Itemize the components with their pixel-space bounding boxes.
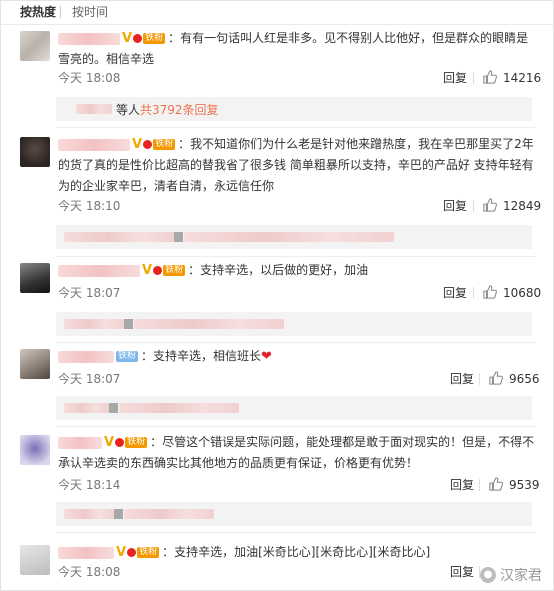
- action-divider: [473, 72, 474, 84]
- reply-button[interactable]: 回复: [450, 372, 474, 386]
- blurred-sub-reply: [119, 403, 239, 413]
- fan-badge: 铁粉: [137, 547, 160, 558]
- blurred-username[interactable]: [58, 546, 114, 559]
- like-count: 12849: [503, 199, 542, 213]
- blurred-sub-reply: [64, 232, 174, 242]
- like-count: 10680: [503, 286, 542, 300]
- blurred-username[interactable]: [58, 264, 140, 277]
- reply-button[interactable]: 回复: [450, 565, 474, 579]
- watermark: ● 汉家君: [480, 565, 542, 585]
- thumb-up-icon[interactable]: [483, 198, 497, 212]
- sub-reply-prefix: 等人: [116, 103, 141, 117]
- divider: [56, 256, 536, 257]
- avatar[interactable]: [20, 545, 50, 575]
- v-badge-icon: V: [104, 435, 115, 450]
- sub-reply-box: [56, 396, 532, 420]
- blurred-sub-reply: [64, 403, 109, 413]
- comment-time: 今天 18:08: [58, 565, 121, 579]
- fan-icon: [153, 266, 163, 275]
- blurred-username[interactable]: [58, 436, 102, 449]
- v-badge-icon: V: [132, 137, 143, 152]
- action-divider: [479, 373, 480, 385]
- tab-by-hot[interactable]: 按热度: [20, 5, 56, 19]
- avatar[interactable]: [20, 137, 50, 167]
- fan-badge: 铁粉: [116, 351, 139, 362]
- sort-tabs: 按热度 按时间: [0, 0, 554, 25]
- tab-by-time[interactable]: 按时间: [72, 5, 108, 19]
- reply-button[interactable]: 回复: [443, 286, 467, 300]
- divider: [56, 426, 536, 427]
- reply-button[interactable]: 回复: [450, 478, 474, 492]
- thumb-up-icon[interactable]: [483, 285, 497, 299]
- view-all-replies-link[interactable]: 共3792条回复: [140, 103, 219, 117]
- divider: [56, 342, 536, 343]
- blurred-username[interactable]: [58, 138, 130, 151]
- divider: [56, 127, 536, 128]
- thumb-up-icon[interactable]: [483, 70, 497, 84]
- sub-reply-box: [56, 225, 532, 249]
- v-badge-icon: V: [116, 545, 127, 560]
- reply-button[interactable]: 回复: [443, 71, 467, 85]
- blurred-sub-reply: [124, 509, 214, 519]
- fan-badge: 铁粉: [125, 437, 148, 448]
- avatar[interactable]: [20, 435, 50, 465]
- blurred-sub-reply: [134, 319, 284, 329]
- comment-time: 今天 18:14: [58, 478, 121, 492]
- heart-icon: ❤: [261, 349, 272, 364]
- like-count: 14216: [503, 71, 542, 85]
- blurred-usernames: [76, 104, 112, 114]
- fan-badge: 铁粉: [163, 265, 186, 276]
- blurred-sub-reply: [64, 319, 124, 329]
- fan-badge: 铁粉: [143, 33, 166, 44]
- fan-icon: [133, 34, 143, 43]
- tab-divider: [60, 6, 61, 18]
- comment-text: ：支持辛选，以后做的更好，加油: [188, 263, 369, 277]
- blurred-username[interactable]: [58, 32, 120, 45]
- fan-icon: [115, 438, 125, 447]
- watermark-text: 汉家君: [500, 568, 542, 584]
- comment-time: 今天 18:07: [58, 286, 121, 300]
- fan-badge: 铁粉: [153, 139, 176, 150]
- comment-text: ：支持辛选，相信班长: [141, 349, 262, 363]
- comment-time: 今天 18:08: [58, 71, 121, 85]
- wechat-icon: ●: [480, 567, 496, 583]
- like-count: 9539: [509, 478, 540, 492]
- action-divider: [473, 287, 474, 299]
- action-divider: [473, 200, 474, 212]
- action-divider: [479, 479, 480, 491]
- reply-button[interactable]: 回复: [443, 199, 467, 213]
- avatar[interactable]: [20, 31, 50, 61]
- sub-reply-box: 等人共3792条回复: [56, 97, 532, 121]
- blurred-username[interactable]: [58, 350, 114, 363]
- avatar[interactable]: [20, 349, 50, 379]
- comment-text: ：支持辛选，加油[米奇比心][米奇比心][米奇比心]: [162, 545, 431, 559]
- comment-time: 今天 18:07: [58, 372, 121, 386]
- sub-reply-box: [56, 502, 532, 526]
- blurred-sub-reply: [64, 509, 114, 519]
- comment-time: 今天 18:10: [58, 199, 121, 213]
- thumb-up-icon[interactable]: [489, 477, 503, 491]
- blurred-sub-reply: [184, 232, 394, 242]
- fan-icon: [143, 140, 153, 149]
- sub-reply-box: [56, 312, 532, 336]
- v-badge-icon: V: [122, 31, 133, 46]
- v-badge-icon: V: [142, 263, 153, 278]
- fan-icon: [127, 548, 137, 557]
- thumb-up-icon[interactable]: [489, 371, 503, 385]
- avatar[interactable]: [20, 263, 50, 293]
- divider: [56, 532, 536, 533]
- like-count: 9656: [509, 372, 540, 386]
